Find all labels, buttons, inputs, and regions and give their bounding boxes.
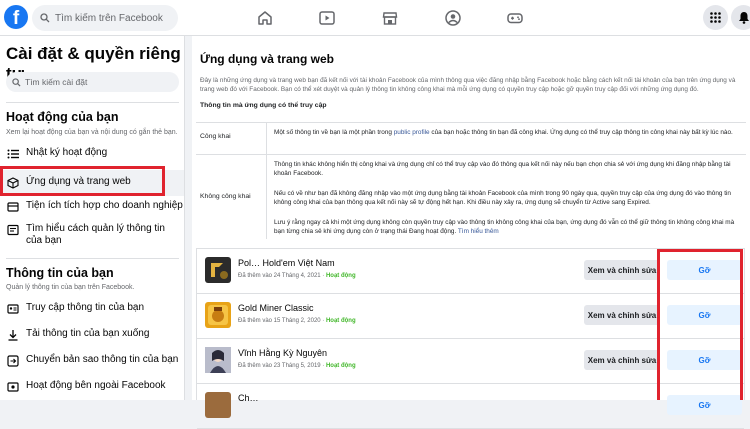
section-heading-your-info: Thông tin của bạn: [6, 266, 114, 280]
home-icon[interactable]: [256, 9, 274, 27]
app-status: Hoạt động: [325, 318, 356, 324]
download-icon: [6, 328, 20, 342]
table-divider: [266, 122, 267, 239]
off-facebook-icon: [6, 380, 20, 394]
menu-grid-button[interactable]: [703, 5, 728, 30]
private-label: Không công khai: [200, 193, 251, 200]
app-name: Vĩnh Hằng Kỳ Nguyên: [238, 348, 328, 358]
search-icon: [40, 13, 50, 23]
public-profile-link[interactable]: public profile: [394, 129, 430, 136]
list-icon: [6, 147, 20, 161]
section-desc-activity: Xem lại hoạt động của bạn và nội dung có…: [6, 129, 178, 136]
app-logo-image: [205, 347, 231, 373]
sidebar-item-learn-manage-info[interactable]: Tìm hiểu cách quản lý thông tin của bạn: [0, 223, 184, 251]
sidebar-item-activity-log[interactable]: Nhật ký hoạt động: [0, 147, 184, 167]
settings-search-placeholder: Tìm kiếm cài đặt: [25, 77, 88, 87]
highlight-box-apps-item: [0, 166, 165, 196]
app-status: Hoạt động: [325, 273, 356, 279]
facebook-search-input[interactable]: Tìm kiếm trên Facebook: [32, 5, 178, 31]
app-status: Hoạt động: [325, 363, 356, 369]
app-added-date: Đã thêm vào 24 Tháng 4, 2021: [238, 273, 321, 279]
app-name: Ch…: [238, 393, 259, 403]
app-name: Pol… Hold'em Việt Nam: [238, 258, 335, 268]
notifications-button[interactable]: [731, 5, 750, 30]
search-icon: [12, 77, 21, 87]
top-navigation-bar: f Tìm kiếm trên Facebook: [0, 0, 750, 36]
info-icon: [6, 223, 20, 237]
intro-text: Đây là những ứng dụng và trang web bạn đ…: [200, 77, 736, 93]
divider: [6, 102, 179, 103]
private-info-p2: Nếu có về như bạn đã không đăng nhập vào…: [274, 190, 731, 206]
divider: [6, 258, 179, 259]
private-info-p1: Thông tin khác không hiển thị công khai …: [274, 161, 731, 177]
transfer-icon: [6, 354, 20, 368]
app-meta: Đã thêm vào 15 Tháng 2, 2020 · Hoạt động: [238, 318, 356, 324]
app-logo-image: [205, 257, 231, 283]
sidebar-item-label: Hoạt động bên ngoài Facebook: [26, 380, 166, 391]
highlight-box-remove-buttons: [657, 249, 743, 400]
private-info-p3: Lưu ý rằng ngay cả khi một ứng dụng khôn…: [274, 218, 744, 236]
public-text-start: Một số thông tin về bạn là một phần tron…: [274, 129, 394, 136]
sidebar-item-transfer-info[interactable]: Chuyển bản sao thông tin của bạn: [0, 354, 184, 374]
public-info-text: Một số thông tin về bạn là một phần tron…: [274, 128, 744, 137]
app-added-date: Đã thêm vào 15 Tháng 2, 2020: [238, 318, 321, 324]
watch-icon[interactable]: [318, 9, 336, 27]
view-edit-button[interactable]: Xem và chỉnh sửa: [584, 350, 660, 370]
sidebar-item-download-info[interactable]: Tải thông tin của bạn xuống: [0, 328, 184, 348]
settings-sidebar: Cài đặt & quyền riêng tư Tìm kiếm cài đặ…: [0, 36, 185, 400]
learn-more-link[interactable]: Tìm hiểu thêm: [458, 228, 499, 235]
sidebar-item-label: Tiện ích tích hợp cho doanh nghiệp: [26, 200, 183, 211]
app-logo-image: [205, 302, 231, 328]
search-placeholder: Tìm kiếm trên Facebook: [55, 12, 163, 24]
app-meta: Đã thêm vào 24 Tháng 4, 2021 · Hoạt động: [238, 273, 356, 279]
bell-icon: [738, 12, 749, 24]
divider: [196, 122, 746, 123]
sidebar-item-label: Tìm hiểu cách quản lý thông tin của bạn: [26, 223, 165, 246]
facebook-logo[interactable]: f: [4, 5, 28, 29]
sidebar-item-label: Chuyển bản sao thông tin của bạn: [26, 354, 179, 365]
section-subheading: Thông tin mà ứng dụng có thể truy cập: [200, 102, 327, 109]
app-meta: Đã thêm vào 23 Tháng 5, 2019 · Hoạt động: [238, 363, 356, 369]
gaming-icon[interactable]: [506, 9, 524, 27]
section-desc-your-info: Quản lý thông tin của bạn trên Facebook.: [6, 284, 135, 291]
view-edit-button[interactable]: Xem và chỉnh sửa: [584, 305, 660, 325]
sidebar-item-label: Truy cập thông tin của bạn: [26, 302, 145, 313]
sidebar-item-off-facebook-activity[interactable]: Hoạt động bên ngoài Facebook: [0, 380, 184, 400]
app-name: Gold Miner Classic: [238, 303, 314, 313]
app-added-date: Đã thêm vào 23 Tháng 5, 2019: [238, 363, 321, 369]
public-label: Công khai: [200, 133, 231, 140]
page-title: Ứng dụng và trang web: [200, 52, 334, 66]
app-logo-image: [205, 392, 231, 418]
access-info-icon: [6, 302, 20, 316]
sidebar-item-label: Tải thông tin của bạn xuống: [26, 328, 150, 339]
divider: [196, 154, 746, 155]
private-p3-text: Lưu ý rằng ngay cả khi một ứng dụng khôn…: [274, 219, 735, 235]
groups-icon[interactable]: [444, 9, 462, 27]
business-integrations-icon: [6, 200, 20, 214]
menu-grid-icon: [710, 12, 721, 23]
public-text-end: của bạn hoặc thông tin bạn đã công khai.…: [429, 129, 733, 136]
section-heading-activity: Hoạt động của bạn: [6, 110, 119, 124]
sidebar-item-access-info[interactable]: Truy cập thông tin của bạn: [0, 302, 184, 322]
settings-search-input[interactable]: Tìm kiếm cài đặt: [6, 72, 179, 92]
sidebar-item-label: Nhật ký hoạt động: [26, 147, 108, 158]
view-edit-button[interactable]: Xem và chỉnh sửa: [584, 260, 660, 280]
marketplace-icon[interactable]: [381, 9, 399, 27]
sidebar-item-business-integrations[interactable]: Tiện ích tích hợp cho doanh nghiệp: [0, 200, 184, 220]
